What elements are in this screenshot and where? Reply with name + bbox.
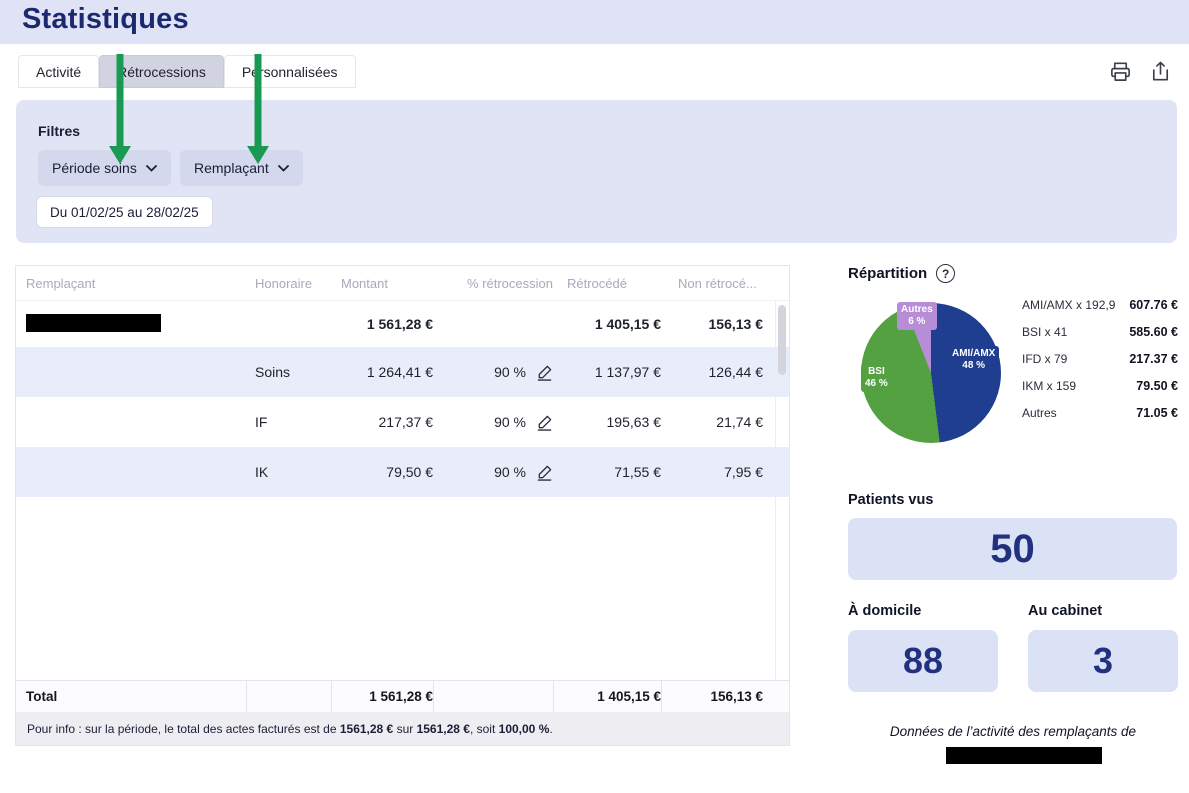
footnote-total-periode: 1561,28 € — [417, 722, 470, 736]
cell-non-retrocede: 126,44 € — [661, 364, 763, 380]
share-icon — [1149, 60, 1172, 83]
patients-vus-value: 50 — [990, 527, 1035, 572]
table-row-summary: 1 561,28 € 1 405,15 € 156,13 € — [16, 301, 789, 347]
edit-pct-button[interactable] — [536, 414, 553, 431]
header-non-retrocede: Non rétrocé... — [661, 276, 763, 291]
pencil-icon — [536, 464, 553, 481]
table-scrollbar — [775, 301, 789, 680]
cell-non-retrocede: 7,95 € — [661, 464, 763, 480]
cell-retrocede: 195,63 € — [553, 414, 661, 430]
toolbar-icons — [1107, 58, 1173, 84]
chevron-down-icon — [146, 165, 157, 172]
legend-item: AMI/AMX x 192,9 607.76 € — [1022, 298, 1178, 312]
tab-personnalisees[interactable]: Personnalisées — [224, 55, 356, 88]
table-row-if: IF 217,37 € 90 % 195,63 € 21,74 € — [16, 397, 789, 447]
a-domicile-box: 88 — [848, 630, 998, 692]
tab-retrocessions[interactable]: Rétrocessions — [99, 55, 224, 88]
export-button[interactable] — [1147, 58, 1173, 84]
header-retrocede: Rétrocédé — [553, 276, 661, 291]
repartition-title: Répartition — [848, 265, 927, 282]
footnote-text: Pour info : sur la période, le total des… — [27, 722, 340, 736]
edit-pct-button[interactable] — [536, 364, 553, 381]
periode-soins-label: Période soins — [52, 160, 137, 176]
table-row-soins: Soins 1 264,41 € 90 % 1 137,97 € 126,44 … — [16, 347, 789, 397]
au-cabinet-box: 3 — [1028, 630, 1178, 692]
summary-non-retrocede: 156,13 € — [661, 316, 763, 332]
edit-pct-button[interactable] — [536, 464, 553, 481]
cell-pct: 90 % — [494, 464, 526, 480]
header-remplacant: Remplaçant — [16, 276, 246, 291]
table-empty-area — [16, 497, 789, 680]
date-range-chip[interactable]: Du 01/02/25 au 28/02/25 — [36, 196, 213, 228]
a-domicile-label: À domicile — [848, 603, 921, 619]
pencil-icon — [536, 364, 553, 381]
header-honoraire: Honoraire — [246, 276, 331, 291]
summary-montant: 1 561,28 € — [331, 316, 433, 332]
legend-item: BSI x 41 585.60 € — [1022, 325, 1178, 339]
repartition-pie-chart: Autres 6 % AMI/AMX 48 % BSI 46 % — [858, 300, 1004, 446]
redacted-remplacant-footer — [946, 747, 1102, 764]
header-pct-retrocession: % rétrocession — [433, 276, 553, 291]
au-cabinet-label: Au cabinet — [1028, 603, 1102, 619]
tab-bar: Activité Rétrocessions Personnalisées — [18, 55, 356, 88]
tab-activite[interactable]: Activité — [18, 55, 99, 88]
cell-retrocede: 1 137,97 € — [553, 364, 661, 380]
a-domicile-value: 88 — [903, 640, 943, 682]
total-label: Total — [16, 681, 246, 712]
page-title: Statistiques — [22, 3, 189, 36]
remplacant-label: Remplaçant — [194, 160, 269, 176]
cell-honoraire: IF — [246, 414, 331, 430]
cell-retrocede: 71,55 € — [553, 464, 661, 480]
au-cabinet-value: 3 — [1093, 640, 1113, 682]
help-icon[interactable]: ? — [936, 264, 955, 283]
print-button[interactable] — [1107, 58, 1133, 84]
patients-vus-box: 50 — [848, 518, 1177, 580]
statistics-page: Statistiques Activité Rétrocessions Pers… — [0, 0, 1189, 793]
pie-label-ami-amx: AMI/AMX 48 % — [948, 346, 999, 374]
periode-soins-dropdown[interactable]: Période soins — [38, 150, 171, 186]
chevron-down-icon — [278, 165, 289, 172]
table-body: 1 561,28 € 1 405,15 € 156,13 € Soins 1 2… — [16, 301, 789, 680]
retrocessions-table: Remplaçant Honoraire Montant % rétrocess… — [15, 265, 790, 746]
printer-icon — [1109, 60, 1132, 83]
filters-title: Filtres — [38, 123, 80, 139]
cell-honoraire: IK — [246, 464, 331, 480]
pie-label-bsi: BSI 46 % — [861, 364, 892, 392]
total-non-retrocede: 156,13 € — [661, 681, 763, 712]
legend-item: IFD x 79 217.37 € — [1022, 352, 1178, 366]
footer-note: Données de l’activité des remplaçants de — [848, 724, 1178, 739]
cell-pct: 90 % — [494, 414, 526, 430]
redacted-remplacant-name — [26, 314, 161, 332]
legend-item: IKM x 159 79.50 € — [1022, 379, 1178, 393]
filters-panel: Filtres Période soins Remplaçant Du 01/0… — [16, 100, 1177, 243]
table-footnote: Pour info : sur la période, le total des… — [16, 712, 789, 745]
patients-vus-label: Patients vus — [848, 492, 933, 508]
cell-montant: 1 264,41 € — [331, 364, 433, 380]
cell-honoraire: Soins — [246, 364, 331, 380]
cell-montant: 217,37 € — [331, 414, 433, 430]
repartition-legend: AMI/AMX x 192,9 607.76 € BSI x 41 585.60… — [1022, 298, 1178, 420]
summary-retrocede: 1 405,15 € — [553, 316, 661, 332]
repartition-header: Répartition ? — [848, 264, 955, 283]
footnote-total-facture: 1561,28 € — [340, 722, 393, 736]
table-row-ik: IK 79,50 € 90 % 71,55 € 7,95 € — [16, 447, 789, 497]
cell-montant: 79,50 € — [331, 464, 433, 480]
cell-pct: 90 % — [494, 364, 526, 380]
total-montant: 1 561,28 € — [331, 681, 433, 712]
table-scrollbar-thumb[interactable] — [778, 305, 786, 375]
header-montant: Montant — [331, 276, 433, 291]
legend-item: Autres 71.05 € — [1022, 406, 1178, 420]
pencil-icon — [536, 414, 553, 431]
table-total-row: Total 1 561,28 € 1 405,15 € 156,13 € — [16, 680, 789, 712]
footnote-pourcentage: 100,00 % — [499, 722, 550, 736]
pie-label-autres: Autres 6 % — [897, 302, 937, 330]
cell-non-retrocede: 21,74 € — [661, 414, 763, 430]
table-header-row: Remplaçant Honoraire Montant % rétrocess… — [16, 266, 789, 301]
remplacant-dropdown[interactable]: Remplaçant — [180, 150, 303, 186]
total-retrocede: 1 405,15 € — [553, 681, 661, 712]
